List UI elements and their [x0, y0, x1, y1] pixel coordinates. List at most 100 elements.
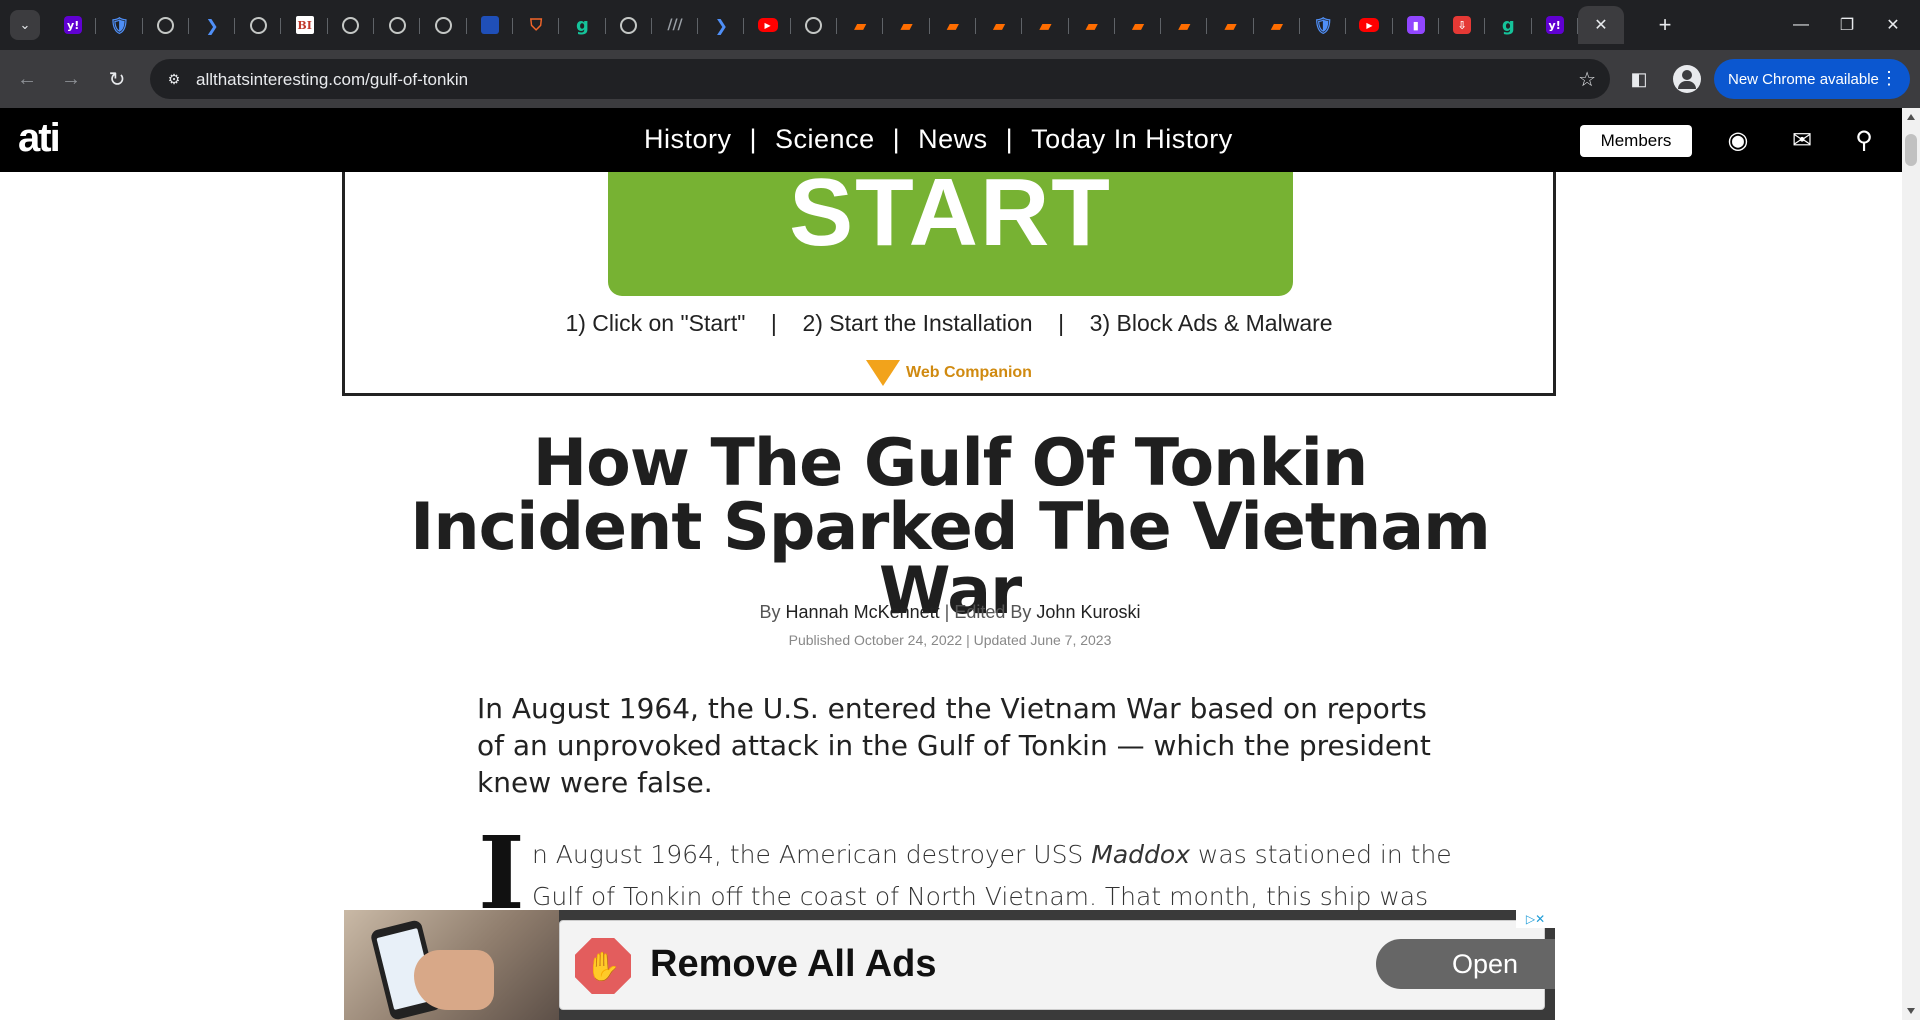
minimize-button[interactable]: —	[1778, 0, 1824, 50]
ad-brand: Web Companion	[345, 360, 1553, 386]
yahoo-icon: y!	[1545, 16, 1564, 34]
side-panel-icon[interactable]: ◧	[1624, 64, 1654, 94]
scroll-down-arrow-icon[interactable]	[1907, 1008, 1915, 1014]
nav-today-in-history[interactable]: Today In History	[1031, 124, 1233, 155]
browser-tab[interactable]	[328, 6, 375, 44]
browser-tab[interactable]: ▰	[1207, 6, 1255, 44]
address-bar[interactable]: ⚙ allthatsinteresting.com/gulf-of-tonkin…	[150, 59, 1610, 99]
browser-tab[interactable]: ▰	[1069, 6, 1116, 44]
search-icon[interactable]: ⚲	[1846, 122, 1882, 158]
update-chrome-button[interactable]: New Chrome available ⋮	[1714, 59, 1910, 99]
yahoo-icon: y!	[64, 16, 83, 34]
browser-tab[interactable]: ⇩	[1439, 6, 1486, 44]
bottom-ad-banner[interactable]: ✋ Remove All Ads Open ▷✕	[344, 910, 1555, 1020]
bookmark-icon: ▰	[1131, 15, 1145, 35]
browser-tab[interactable]: y!	[50, 6, 97, 44]
browser-tab[interactable]: ▰	[883, 6, 930, 44]
byline: By Hannah McKennett | Edited By John Kur…	[400, 602, 1500, 623]
scroll-up-arrow-icon[interactable]	[1907, 114, 1915, 120]
browser-tab[interactable]: ⛉	[513, 6, 560, 44]
browser-tab[interactable]: ▶	[1346, 6, 1393, 44]
byline-prefix: By	[759, 602, 781, 622]
nav-science[interactable]: Science	[775, 124, 875, 155]
nav-separator: |	[892, 124, 901, 154]
browser-tab[interactable]: ▰	[1161, 6, 1208, 44]
podcast-icon[interactable]: ◉	[1720, 122, 1756, 158]
browser-tab[interactable]: ❯	[698, 6, 745, 44]
globe-icon	[249, 16, 267, 34]
author-link[interactable]: Hannah McKennett	[786, 602, 940, 622]
shield-outline-icon: 🛡	[1313, 15, 1334, 35]
browser-tab[interactable]: y!	[1532, 6, 1579, 44]
hand-image	[414, 950, 494, 1010]
browser-tab[interactable]: ▰	[1022, 6, 1069, 44]
bookmark-icon: ▰	[1039, 15, 1052, 35]
grammarly-g-icon: g	[1501, 14, 1515, 36]
reload-button[interactable]: ↻	[102, 64, 132, 94]
new-tab-button[interactable]: +	[1650, 10, 1680, 40]
browser-tab[interactable]: ▰	[1254, 6, 1301, 44]
bookmark-icon: ▰	[946, 15, 959, 35]
body-text-part: n August 1964, the American destroyer US…	[532, 840, 1092, 869]
top-ad-banner[interactable]: START 1) Click on "Start" | 2) Start the…	[342, 172, 1556, 396]
close-window-button[interactable]: ✕	[1870, 0, 1916, 50]
adchoices-icon[interactable]: ▷✕	[1516, 910, 1555, 928]
browser-tab[interactable]	[235, 6, 282, 44]
browser-tab[interactable]	[420, 6, 467, 44]
shield-icon: ⛉	[530, 15, 543, 34]
editor-link[interactable]: John Kuroski	[1036, 602, 1140, 622]
page-scrollbar[interactable]	[1902, 108, 1920, 1020]
browser-tab[interactable]: g	[1485, 6, 1532, 44]
bookmark-icon: ▰	[1224, 15, 1237, 35]
ad-panel[interactable]: ✋ Remove All Ads Open	[559, 920, 1555, 1010]
browser-tab[interactable]	[791, 6, 838, 44]
business-insider-icon: BI	[295, 16, 314, 34]
scroll-thumb[interactable]	[1905, 134, 1917, 166]
youtube-icon: ▶	[1359, 18, 1380, 32]
browser-tab[interactable]: 🛡	[96, 6, 143, 44]
browser-tab[interactable]: ▰	[930, 6, 977, 44]
active-browser-tab[interactable]: ✕	[1577, 6, 1625, 44]
mail-icon[interactable]: ✉	[1784, 122, 1820, 158]
browser-tab[interactable]: ▶	[744, 6, 792, 44]
tab-search-button[interactable]: ⌄	[10, 10, 40, 40]
nav-news[interactable]: News	[918, 124, 988, 155]
download-red-icon: ⇩	[1453, 16, 1472, 34]
browser-tab[interactable]	[143, 6, 190, 44]
browser-tab[interactable]	[467, 6, 514, 44]
edited-by-prefix: | Edited By	[944, 602, 1032, 622]
site-info-icon[interactable]: ⚙	[164, 69, 184, 89]
browser-tab[interactable]: ❯	[189, 6, 236, 44]
browser-tab[interactable]	[606, 6, 653, 44]
profile-avatar[interactable]	[1673, 65, 1701, 93]
browser-tab[interactable]: BI	[281, 6, 329, 44]
close-tab-icon[interactable]: ✕	[1594, 15, 1607, 35]
browser-tab[interactable]: ///	[652, 6, 699, 44]
browser-tab[interactable]: 🛡	[1300, 6, 1347, 44]
browser-tab[interactable]: g	[559, 6, 606, 44]
ad-start-label: START	[789, 172, 1112, 266]
bookmark-star-icon[interactable]: ☆	[1578, 67, 1596, 92]
url-text[interactable]: allthatsinteresting.com/gulf-of-tonkin	[196, 70, 468, 90]
article-body-paragraph: n August 1964, the American destroyer US…	[532, 834, 1452, 918]
members-button[interactable]: Members	[1580, 125, 1692, 157]
nav-history[interactable]: History	[644, 124, 732, 155]
browser-tab[interactable]	[374, 6, 421, 44]
twitch-icon: ▮	[1406, 16, 1425, 34]
web-companion-logo-icon	[866, 360, 901, 386]
ad-phone-photo	[344, 910, 559, 1020]
browser-tab[interactable]: ▰	[1115, 6, 1162, 44]
globe-icon	[435, 16, 453, 34]
ad-start-button[interactable]: START	[608, 172, 1293, 296]
forward-button[interactable]: →	[56, 64, 86, 94]
arrow-chevron-icon: ❯	[205, 15, 219, 35]
browser-tab[interactable]: ▰	[837, 6, 884, 44]
browser-tab[interactable]: ▮	[1393, 6, 1440, 44]
grammarly-g-icon: g	[575, 14, 589, 36]
back-button[interactable]: ←	[12, 64, 42, 94]
arrow-chevron-icon: ❯	[714, 15, 728, 35]
browser-tab[interactable]: ▰	[976, 6, 1023, 44]
restore-button[interactable]: ❐	[1824, 0, 1870, 50]
ad-open-button[interactable]: Open	[1376, 939, 1555, 989]
site-logo[interactable]: ati	[18, 116, 61, 161]
